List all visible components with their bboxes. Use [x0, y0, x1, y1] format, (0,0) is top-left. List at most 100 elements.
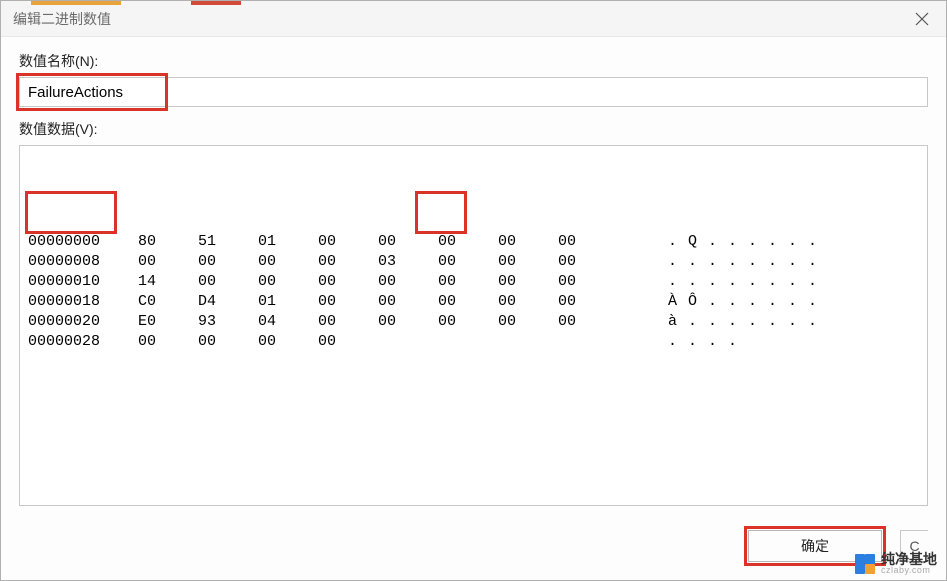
footer: 确定 C: [1, 516, 946, 580]
hex-byte[interactable]: 00: [318, 252, 378, 272]
hex-byte[interactable]: C0: [138, 292, 198, 312]
hex-byte[interactable]: D4: [198, 292, 258, 312]
hex-byte[interactable]: 00: [438, 232, 498, 252]
hex-byte[interactable]: 00: [318, 272, 378, 292]
hex-byte[interactable]: 01: [258, 232, 318, 252]
hex-byte[interactable]: 00: [378, 312, 438, 332]
dialog-window: 编辑二进制数值 数值名称(N): 数值数据(V): 00000000805101…: [0, 0, 947, 581]
hex-byte[interactable]: 80: [138, 232, 198, 252]
hex-ascii: .: [708, 272, 728, 292]
hex-byte[interactable]: 00: [318, 332, 378, 352]
hex-byte[interactable]: 00: [378, 292, 438, 312]
watermark-text: 纯净基地 czlaby.com: [881, 552, 937, 575]
hex-ascii: à: [668, 312, 688, 332]
hex-row[interactable]: 000000008051010000000000.Q......: [28, 232, 919, 252]
hex-ascii: .: [788, 272, 808, 292]
hex-byte[interactable]: E0: [138, 312, 198, 332]
hex-ascii: .: [688, 332, 708, 352]
hex-ascii: .: [728, 272, 748, 292]
hex-byte[interactable]: 03: [378, 252, 438, 272]
hex-byte[interactable]: 00: [498, 292, 558, 312]
hex-ascii: .: [748, 312, 768, 332]
hex-byte[interactable]: 00: [498, 312, 558, 332]
hex-offset: 00000010: [28, 272, 138, 292]
hex-offset: 00000028: [28, 332, 138, 352]
hex-byte[interactable]: 00: [258, 252, 318, 272]
hex-ascii: .: [768, 272, 788, 292]
hex-ascii: .: [788, 232, 808, 252]
hex-ascii: .: [668, 272, 688, 292]
hex-byte[interactable]: 00: [318, 232, 378, 252]
hex-ascii: Ô: [688, 292, 708, 312]
hex-byte[interactable]: 00: [138, 252, 198, 272]
watermark-logo-icon: [855, 554, 875, 574]
hex-row[interactable]: 00000018C0D4010000000000ÀÔ......: [28, 292, 919, 312]
hex-ascii: .: [768, 292, 788, 312]
hex-ascii: .: [708, 332, 728, 352]
hex-ascii: .: [668, 332, 688, 352]
hex-byte[interactable]: 00: [498, 272, 558, 292]
hex-ascii: .: [748, 292, 768, 312]
hex-byte[interactable]: 00: [498, 232, 558, 252]
hex-row[interactable]: 000000080000000003000000........: [28, 252, 919, 272]
hex-byte[interactable]: 01: [258, 292, 318, 312]
hex-byte[interactable]: 51: [198, 232, 258, 252]
titlebar: 编辑二进制数值: [1, 1, 946, 37]
content-area: 数值名称(N): 数值数据(V): 0000000080510100000000…: [1, 37, 946, 516]
hex-byte[interactable]: 00: [198, 272, 258, 292]
hex-row[interactable]: 000000101400000000000000........: [28, 272, 919, 292]
hex-byte[interactable]: 04: [258, 312, 318, 332]
hex-byte[interactable]: 00: [198, 332, 258, 352]
hex-editor[interactable]: 000000008051010000000000.Q......00000008…: [19, 145, 928, 506]
hex-ascii: .: [728, 232, 748, 252]
hex-byte[interactable]: 93: [198, 312, 258, 332]
name-row: [19, 77, 928, 107]
hex-offset: 00000000: [28, 232, 138, 252]
hex-ascii: .: [728, 252, 748, 272]
hex-byte[interactable]: 00: [438, 312, 498, 332]
data-label: 数值数据(V):: [19, 119, 928, 139]
window-title: 编辑二进制数值: [13, 9, 111, 29]
hex-byte[interactable]: 00: [558, 292, 618, 312]
hex-ascii: .: [748, 252, 768, 272]
hex-byte[interactable]: 00: [258, 332, 318, 352]
highlight-offset-box: [25, 191, 117, 234]
name-input[interactable]: [19, 77, 928, 107]
hex-byte[interactable]: 00: [438, 292, 498, 312]
hex-byte[interactable]: 00: [378, 232, 438, 252]
hex-ascii: .: [708, 292, 728, 312]
hex-ascii: .: [708, 252, 728, 272]
hex-ascii: .: [728, 312, 748, 332]
hex-ascii: .: [748, 232, 768, 252]
hex-byte[interactable]: 00: [378, 272, 438, 292]
close-icon[interactable]: [912, 9, 932, 29]
hex-byte[interactable]: 00: [318, 292, 378, 312]
hex-byte[interactable]: 00: [318, 312, 378, 332]
hex-byte[interactable]: 14: [138, 272, 198, 292]
hex-byte[interactable]: 00: [438, 252, 498, 272]
hex-ascii: .: [768, 312, 788, 332]
hex-ascii: .: [748, 272, 768, 292]
hex-byte[interactable]: 00: [558, 272, 618, 292]
hex-row[interactable]: 00000020E093040000000000à.......: [28, 312, 919, 332]
hex-ascii: .: [728, 292, 748, 312]
hex-byte[interactable]: 00: [198, 252, 258, 272]
hex-byte[interactable]: 00: [138, 332, 198, 352]
background-tabs-strip: [1, 1, 946, 6]
hex-row[interactable]: 0000002800000000....: [28, 332, 919, 352]
hex-ascii: .: [688, 272, 708, 292]
hex-byte[interactable]: 00: [558, 312, 618, 332]
hex-ascii: .: [808, 272, 828, 292]
hex-offset: 00000018: [28, 292, 138, 312]
hex-byte[interactable]: 00: [498, 252, 558, 272]
hex-byte[interactable]: 00: [438, 272, 498, 292]
hex-ascii: .: [768, 232, 788, 252]
hex-offset: 00000008: [28, 252, 138, 272]
hex-byte[interactable]: 00: [258, 272, 318, 292]
name-label: 数值名称(N):: [19, 51, 928, 71]
hex-byte[interactable]: 00: [558, 232, 618, 252]
hex-byte[interactable]: 00: [558, 252, 618, 272]
watermark-name: 纯净基地: [881, 552, 937, 566]
hex-ascii: .: [708, 312, 728, 332]
bg-tab-red: [191, 1, 241, 5]
